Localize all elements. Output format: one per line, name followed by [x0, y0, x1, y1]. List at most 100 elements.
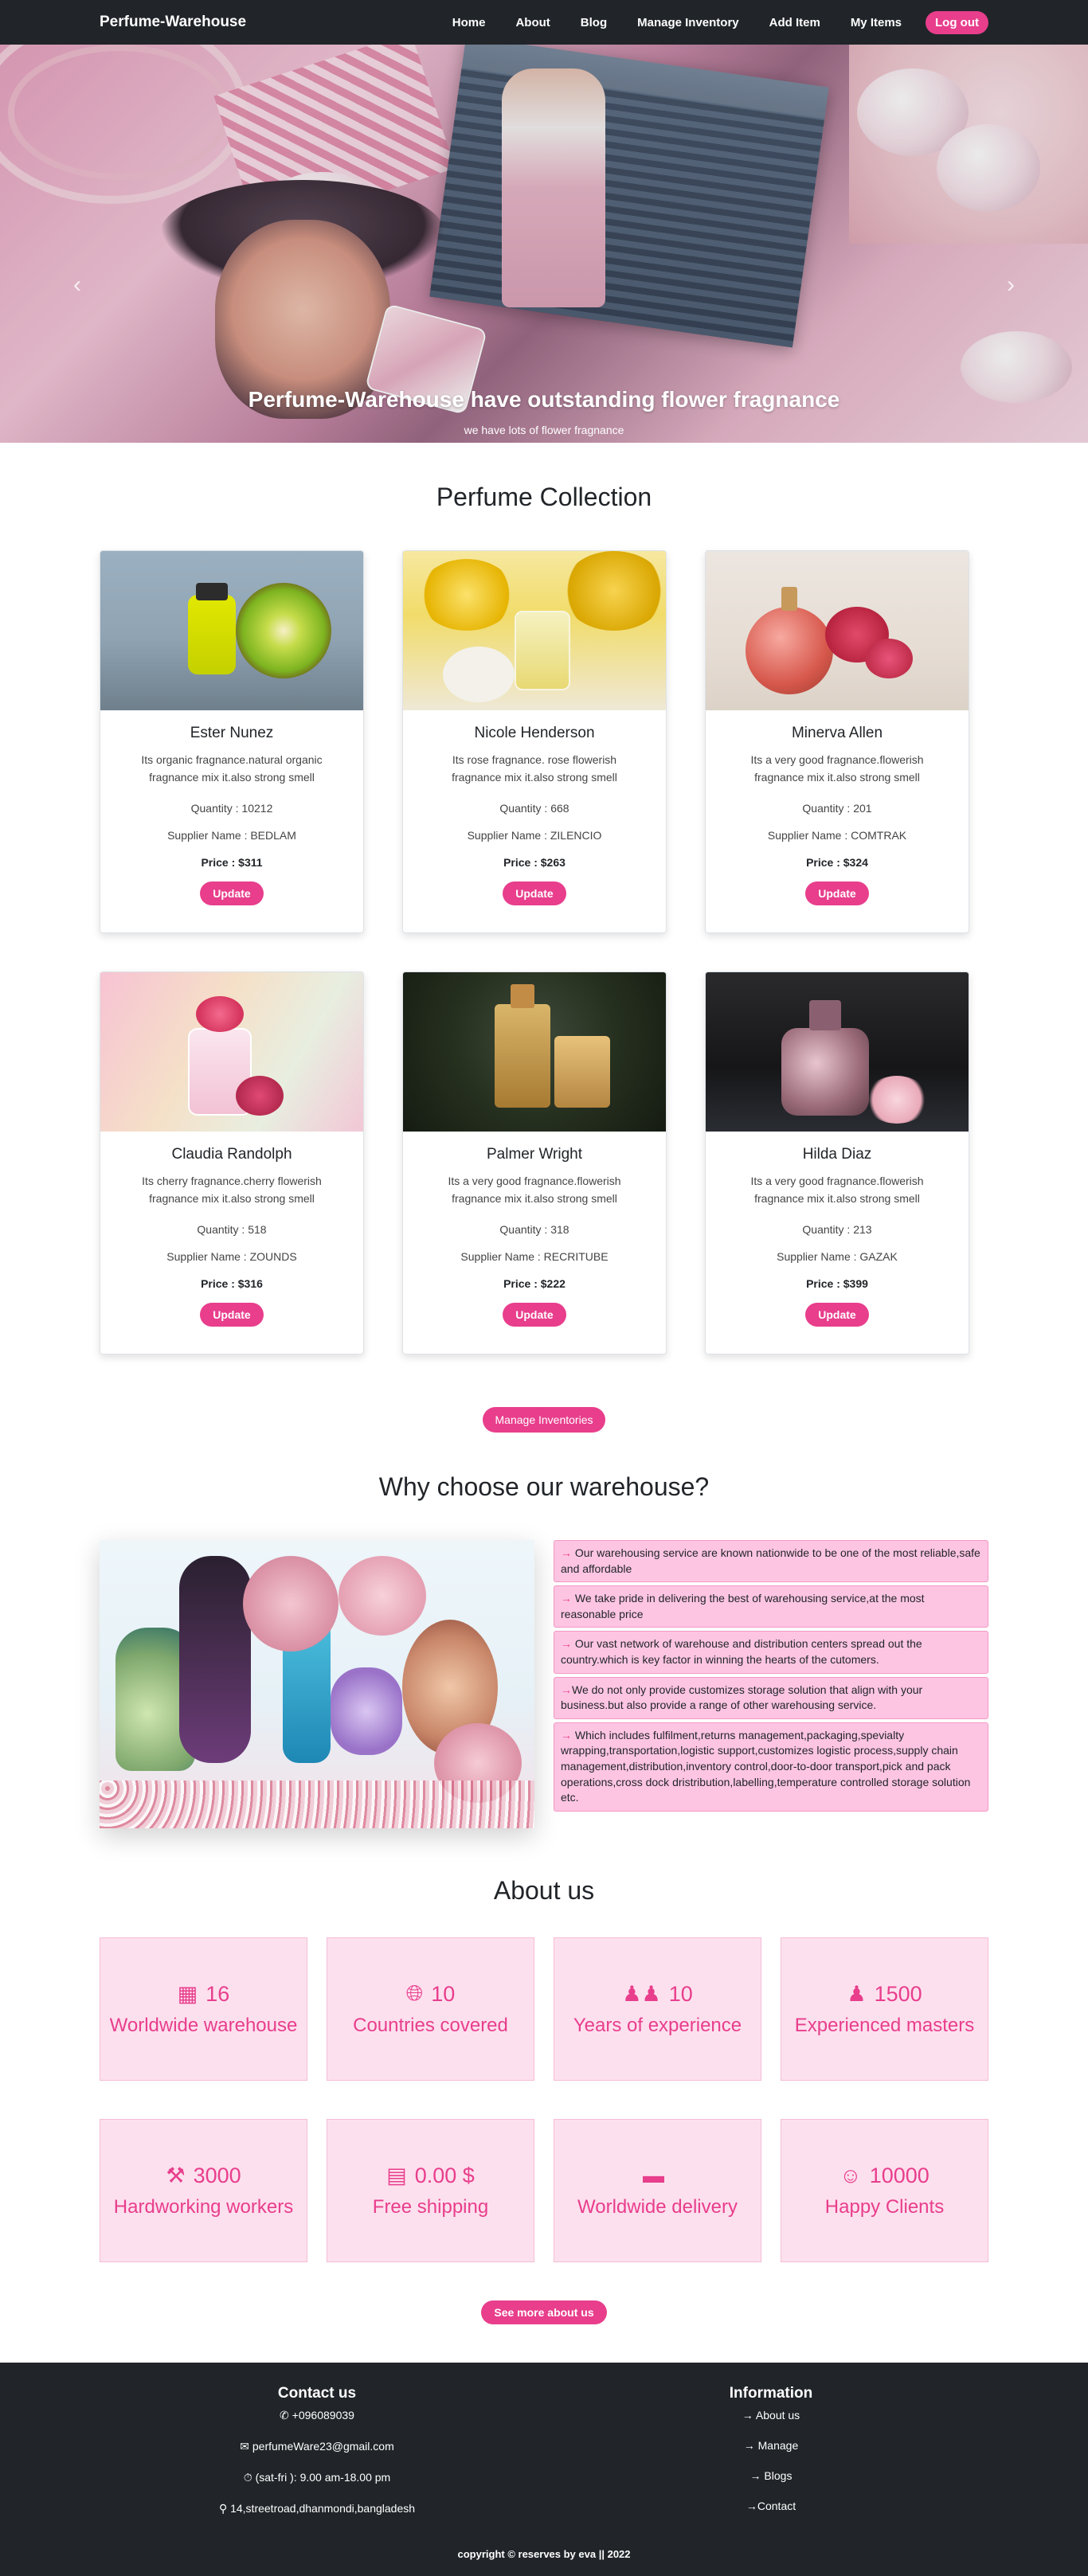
stat-number: 1500 — [874, 1981, 922, 2006]
footer: Contact us ✆ +096089039 ✉ perfumeWare23@… — [0, 2363, 1088, 2576]
stat-number: 10 — [431, 1981, 456, 2006]
nav-home-link[interactable]: Home — [452, 16, 486, 29]
why-image — [100, 1540, 534, 1828]
copyright-text: copyright © reserves by eva || 2022 — [457, 2548, 631, 2560]
product-image — [403, 551, 666, 710]
stopwatch-icon: ⏱ — [243, 2471, 256, 2484]
user-icon: ♟ — [847, 1981, 867, 2006]
update-button[interactable]: Update — [503, 1303, 566, 1327]
product-price: Price : $311 — [201, 856, 263, 870]
product-name: Claudia Randolph — [171, 1146, 292, 1163]
stat-label: Free shipping — [372, 2195, 489, 2218]
product-description: Its a very good fragnance.flowerish frag… — [448, 1175, 621, 1205]
arrow-right-icon: → — [561, 1546, 572, 1559]
users-icon: ♟♟ — [622, 1981, 661, 2006]
see-more-about-button[interactable]: See more about us — [481, 2300, 607, 2324]
envelope-icon: ✉ — [240, 2440, 252, 2453]
product-name: Palmer Wright — [486, 1146, 582, 1163]
nav-add-item-link[interactable]: Add Item — [769, 16, 820, 29]
why-list: → Our warehousing service are known nati… — [554, 1540, 988, 1828]
product-quantity: Quantity : 10212 — [190, 802, 273, 815]
arrow-right-icon: → — [749, 2469, 765, 2482]
footer-heading: Information — [729, 2385, 813, 2402]
update-button[interactable]: Update — [805, 881, 869, 906]
product-name: Hilda Diaz — [802, 1146, 872, 1163]
product-quantity: Quantity : 668 — [499, 802, 569, 815]
perfume-collection-section: Perfume Collection Ester Nunez Its organ… — [0, 443, 1088, 1433]
footer-link-contact[interactable]: Contact — [757, 2500, 796, 2512]
arrow-right-icon: → — [561, 1592, 572, 1605]
product-quantity: Quantity : 318 — [499, 1223, 569, 1237]
stat-box: ♟♟ 10 Years of experience — [554, 1937, 761, 2081]
product-image — [403, 972, 666, 1132]
footer-link-manage[interactable]: Manage — [758, 2439, 799, 2452]
logout-button[interactable]: Log out — [926, 10, 988, 34]
worker-icon: ⚒ — [166, 2163, 186, 2187]
product-card: Claudia Randolph Its cherry fragnance.ch… — [100, 971, 364, 1354]
product-card: Minerva Allen Its a very good fragnance.… — [705, 550, 969, 933]
chevron-right-icon[interactable]: › — [1007, 272, 1015, 299]
stat-label: Years of experience — [573, 2014, 742, 2036]
stat-box: ☺ 10000 Happy Clients — [781, 2119, 988, 2262]
update-button[interactable]: Update — [503, 881, 566, 906]
manage-inventories-button[interactable]: Manage Inventories — [482, 1407, 606, 1433]
phone-icon: ✆ — [280, 2409, 292, 2422]
update-button[interactable]: Update — [200, 881, 264, 906]
product-quantity: Quantity : 201 — [802, 802, 872, 815]
brand-logo[interactable]: Perfume-Warehouse — [100, 14, 246, 31]
about-section: About us ▦ 16 Worldwide warehouse 🌐︎ 10 Co… — [0, 1876, 1088, 2324]
chevron-left-icon[interactable]: ‹ — [73, 272, 81, 299]
footer-information: Information → About us → Manage → Blogs … — [554, 2385, 988, 2533]
product-price: Price : $324 — [806, 856, 868, 870]
nav-manage-inventory-link[interactable]: Manage Inventory — [637, 16, 739, 29]
nav-blog-link[interactable]: Blog — [581, 16, 607, 29]
nav-about-link[interactable]: About — [515, 16, 550, 29]
product-price: Price : $399 — [806, 1277, 868, 1291]
section-title: Perfume Collection — [436, 483, 652, 511]
product-name: Ester Nunez — [190, 725, 274, 741]
product-image — [706, 972, 969, 1132]
footer-link-blogs[interactable]: Blogs — [764, 2469, 792, 2482]
footer-phone: +096089039 — [292, 2409, 354, 2422]
why-item: → Our warehousing service are known nati… — [554, 1540, 988, 1583]
footer-link-about[interactable]: About us — [756, 2409, 800, 2422]
product-description: Its a very good fragnance.flowerish frag… — [750, 1175, 924, 1205]
product-card: Hilda Diaz Its a very good fragnance.flo… — [705, 971, 969, 1354]
product-card: Nicole Henderson Its rose fragnance. ros… — [402, 550, 667, 933]
product-name: Nicole Henderson — [474, 725, 595, 741]
carousel-caption: Perfume-Warehouse have outstanding flowe… — [0, 387, 1088, 436]
navbar: Perfume-Warehouse Home About Blog Manage… — [0, 0, 1088, 45]
product-quantity: Quantity : 518 — [197, 1223, 267, 1237]
product-supplier: Supplier Name : COMTRAK — [767, 829, 907, 842]
why-item: → We take pride in delivering the best o… — [554, 1585, 988, 1628]
update-button[interactable]: Update — [805, 1303, 869, 1327]
arrow-right-icon: → — [561, 1637, 572, 1651]
stat-box: ▤ 0.00 $ Free shipping — [327, 2119, 534, 2262]
stat-label: Countries covered — [353, 2015, 508, 2036]
product-description: Its organic fragnance.natural organic fr… — [141, 753, 323, 784]
stat-number: 16 — [205, 1981, 230, 2006]
happy-people-icon: ☺ — [839, 2163, 862, 2187]
product-name: Minerva Allen — [791, 725, 883, 741]
why-item: →We do not only provide customizes stora… — [554, 1676, 988, 1719]
stat-number: 3000 — [193, 2163, 241, 2187]
product-price: Price : $222 — [503, 1277, 566, 1291]
product-description: Its a very good fragnance.flowerish frag… — [750, 753, 924, 784]
why-item: → Which includes fulfilment,returns mana… — [554, 1722, 988, 1812]
arrow-right-icon: → — [746, 2500, 757, 2512]
product-image — [100, 972, 363, 1132]
product-description: Its cherry fragnance.cherry flowerish fr… — [142, 1175, 322, 1205]
product-quantity: Quantity : 213 — [802, 1223, 872, 1237]
nav-my-items-link[interactable]: My Items — [851, 16, 902, 29]
arrow-right-icon: → — [561, 1728, 572, 1741]
hero-carousel: ‹ › Perfume-Warehouse have outstanding f… — [0, 45, 1088, 443]
footer-email[interactable]: perfumeWare23@gmail.com — [252, 2440, 394, 2453]
update-button[interactable]: Update — [200, 1303, 264, 1327]
footer-heading: Contact us — [277, 2385, 357, 2402]
section-title: About us — [493, 1876, 595, 1905]
stat-box: ▦ 16 Worldwide warehouse — [100, 1937, 307, 2081]
stat-label: Worldwide delivery — [577, 2195, 738, 2218]
stat-box: ⚒ 3000 Hardworking workers — [100, 2119, 307, 2262]
carousel-subtitle: we have lots of flower fragnance — [464, 424, 624, 436]
product-supplier: Supplier Name : ZILENCIO — [467, 829, 602, 842]
